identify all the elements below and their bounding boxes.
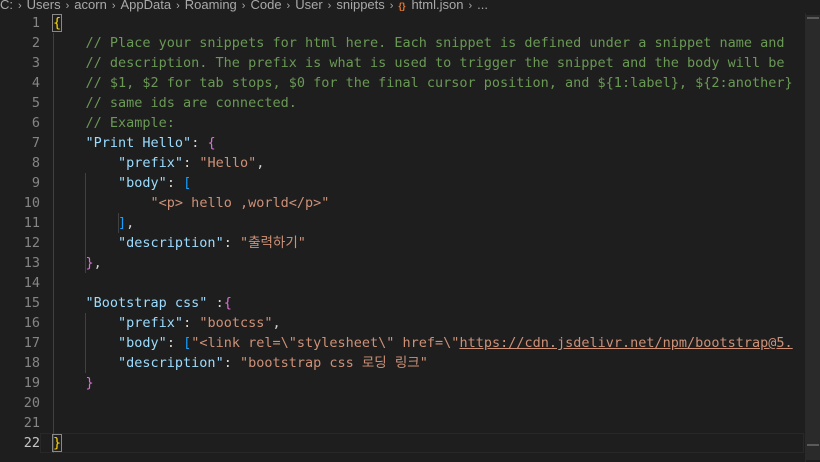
line-number: 18 — [23, 355, 40, 371]
line-number: 14 — [23, 275, 40, 291]
line-number: 4 — [31, 75, 40, 91]
json-string: "<link rel=\"stylesheet\" href=\" — [191, 335, 460, 351]
chevron-right-icon: › — [286, 0, 291, 12]
line-number: 16 — [23, 315, 40, 331]
bracket: [ — [183, 175, 192, 191]
line-number: 8 — [31, 155, 40, 171]
line-number: 19 — [23, 375, 40, 391]
bracket: { — [207, 135, 216, 151]
line-number: 1 — [31, 15, 40, 31]
code-line-17: "body": ["<link rel=\"stylesheet\" href=… — [118, 335, 793, 351]
breadcrumb-item-roaming[interactable]: Roaming — [185, 0, 237, 11]
breadcrumb-item-drive[interactable]: C: — [0, 0, 13, 11]
code-line-8: "prefix": "Hello", — [118, 155, 265, 171]
breadcrumb-item-acorn[interactable]: acorn — [74, 0, 107, 11]
chevron-right-icon: › — [327, 0, 332, 12]
json-key: "body" — [118, 335, 167, 351]
chevron-right-icon: › — [176, 0, 180, 12]
line-number: 12 — [23, 235, 40, 251]
code-line-11: ], — [118, 215, 135, 231]
json-key: "prefix" — [118, 315, 184, 331]
code-line-6: // Example: — [53, 115, 175, 131]
code-line-12: "description": "출력하기" — [118, 235, 306, 251]
close-brace: } — [51, 434, 63, 452]
code-line-3: // description. The prefix is what is us… — [53, 55, 785, 71]
bracket: { — [223, 295, 232, 311]
line-number: 9 — [31, 175, 40, 191]
bracket: ] — [118, 215, 127, 231]
line-number: 6 — [31, 115, 40, 131]
chevron-right-icon: › — [241, 0, 246, 12]
breadcrumb-item-file[interactable]: html.json — [411, 0, 463, 11]
breadcrumb-item-user[interactable]: User — [295, 0, 322, 11]
json-key: "prefix" — [118, 155, 184, 171]
code-line-13: }, — [85, 255, 102, 271]
breadcrumb-item-code[interactable]: Code — [250, 0, 281, 11]
line-number: 7 — [31, 135, 40, 151]
line-number: 13 — [23, 255, 40, 271]
scrollbar-thumb[interactable] — [806, 15, 820, 460]
json-string: "출력하기" — [239, 235, 306, 251]
code-line-22: } — [51, 433, 802, 453]
line-number: 5 — [31, 95, 40, 111]
code-line-4: // $1, $2 for tab stops, $0 for the fina… — [53, 75, 793, 91]
code-line-5: // same ids are connected. — [53, 95, 297, 111]
code-line-18: "description": "bootstrap css 로딩 링크" — [118, 355, 428, 371]
chevron-right-icon: › — [468, 0, 473, 12]
line-number: 10 — [23, 195, 40, 211]
bracket: } — [85, 255, 94, 271]
json-key: "Bootstrap css" — [85, 295, 208, 311]
line-number: 21 — [23, 415, 40, 431]
code-line-1: { — [51, 13, 802, 33]
line-number: 2 — [31, 35, 40, 51]
json-key: "body" — [118, 175, 167, 191]
chevron-right-icon: › — [18, 0, 22, 12]
breadcrumb-item-more[interactable]: ... — [477, 0, 488, 11]
line-number: 3 — [31, 55, 40, 71]
overview-ruler-mark — [807, 17, 819, 19]
code-line-10: "<p> hello ,world</p>" — [53, 193, 802, 213]
code-editor[interactable]: 1 2 3 4 5 6 7 8 9 10 11 12 13 14 15 16 1… — [0, 13, 820, 462]
url-link[interactable]: https://cdn.jsdelivr.net/npm/bootstrap@5… — [459, 335, 792, 351]
overview-ruler-mark — [807, 444, 819, 446]
json-string: "bootcss" — [199, 315, 273, 331]
breadcrumb-item-snippets[interactable]: snippets — [336, 0, 384, 11]
bracket: [ — [183, 335, 192, 351]
json-string: "bootstrap css 로딩 링크" — [239, 355, 428, 371]
breadcrumb: C: › Users › acorn › AppData › Roaming › Code › User… — [0, 0, 820, 13]
line-number: 17 — [23, 335, 40, 351]
json-string: "<p> hello ,world</p>" — [150, 195, 330, 211]
breadcrumb-item-appdata[interactable]: AppData — [121, 0, 172, 11]
json-key: "description" — [118, 235, 224, 251]
vertical-scrollbar[interactable] — [805, 13, 820, 462]
chevron-right-icon: › — [111, 0, 116, 12]
code-area[interactable]: { // Place your snippets for html here. … — [51, 13, 802, 453]
line-number-active: 22 — [23, 435, 40, 451]
chevron-right-icon: › — [65, 0, 70, 12]
chevron-right-icon: › — [389, 0, 394, 12]
open-brace: { — [51, 14, 63, 32]
json-key: "Print Hello" — [85, 135, 192, 151]
code-line-2: // Place your snippets for html here. Ea… — [53, 35, 785, 51]
json-file-icon: {} — [398, 0, 406, 11]
code-line-9: "body": [ — [118, 175, 192, 191]
json-string: "Hello" — [199, 155, 257, 171]
json-key: "description" — [118, 355, 224, 371]
code-line-7: "Print Hello": { — [85, 135, 216, 151]
line-number-gutter[interactable]: 1 2 3 4 5 6 7 8 9 10 11 12 13 14 15 16 1… — [0, 13, 40, 453]
code-line-16: "prefix": "bootcss", — [118, 315, 281, 331]
code-line-19: } — [53, 373, 802, 393]
line-number: 20 — [23, 395, 40, 411]
line-number: 15 — [23, 295, 40, 311]
code-line-15: "Bootstrap css" :{ — [85, 295, 232, 311]
breadcrumb-item-users[interactable]: Users — [27, 0, 61, 11]
line-number: 11 — [23, 215, 40, 231]
bracket: } — [85, 375, 94, 391]
